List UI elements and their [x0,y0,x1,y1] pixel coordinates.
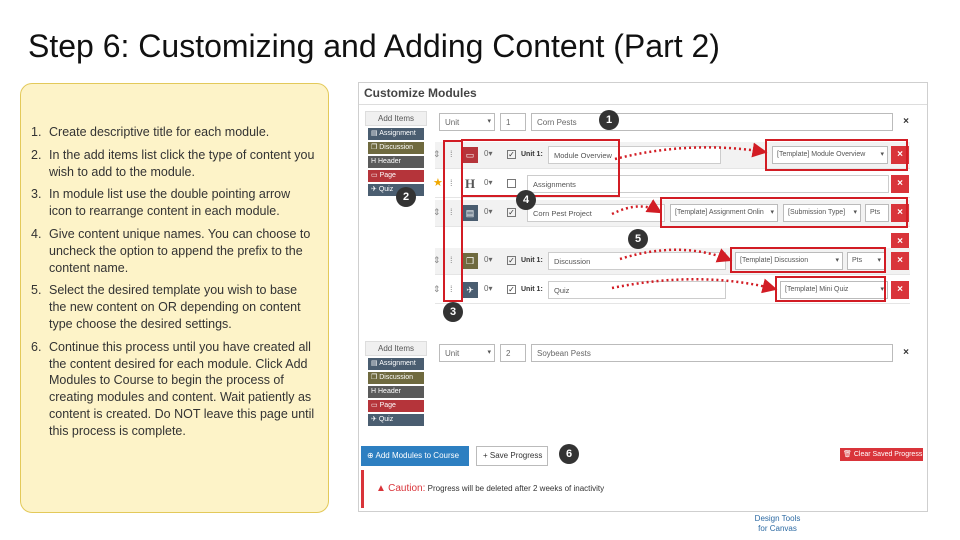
step-badge: 5 [628,229,648,249]
step-badge: 1 [599,110,619,130]
arrow-overlay [611,142,778,294]
footer-logo-text: Design Tools for Canvas [754,514,801,533]
step-badge: 2 [396,187,416,207]
step-badge: 3 [443,302,463,322]
step-badge: 6 [559,444,579,464]
step-badge: 4 [516,190,536,210]
